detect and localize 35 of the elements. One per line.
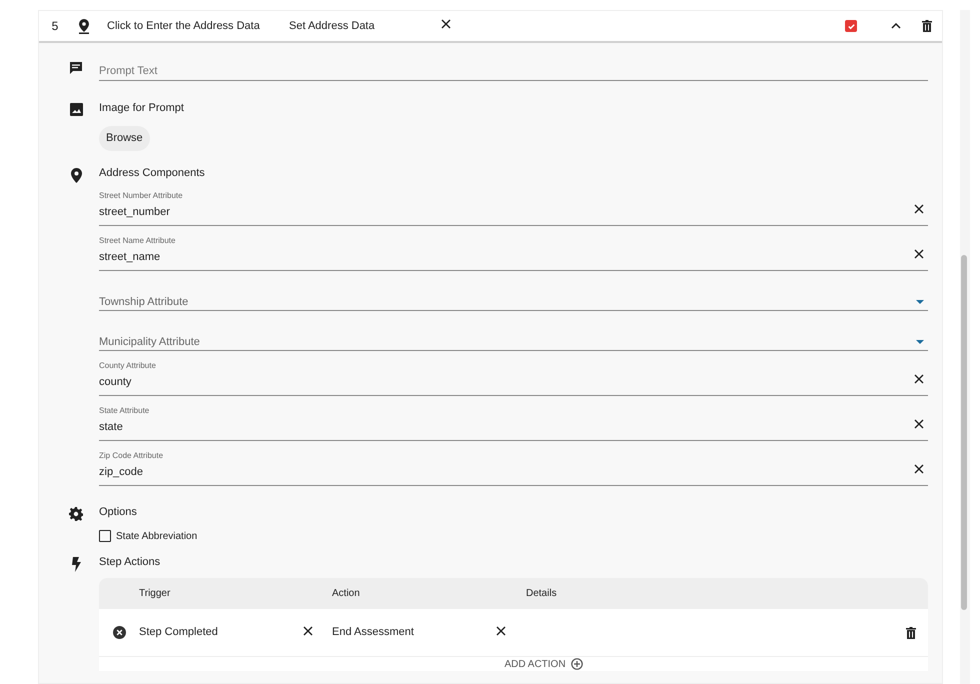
prompt-text-field[interactable]: Prompt Text [99,64,928,81]
text-field[interactable]: Street Number Attribute street_number [99,191,928,226]
table-cell-text: End Assessment [332,625,415,640]
field-label: Street Number Attribute [99,191,184,201]
field-placeholder: Township Attribute [99,295,188,309]
dropdown-field[interactable]: Township Attribute [99,281,928,311]
text-field[interactable]: Street Name Attribute street_name [99,236,928,271]
add-action-button[interactable]: ADD ACTION [504,657,583,671]
field-label: Street Name Attribute [99,236,176,246]
text-field[interactable]: Zip Code Attribute zip_code [99,451,928,486]
field-value: zip_code [99,465,144,479]
field-value: street_number [99,205,170,219]
column-header: Details [526,587,557,601]
field-label: Zip Code Attribute [99,451,164,461]
section-heading: Address Components [99,166,206,180]
checkbox-label: State Abbreviation [116,530,198,544]
step-number: 5 [50,18,60,35]
field-label: County Attribute [99,361,157,371]
section-heading: Image for Prompt [99,101,185,116]
section-heading: Options [99,505,138,520]
field-value: state [99,420,123,434]
table-cell-text: Step Completed [139,625,219,640]
browse-button[interactable]: Browse [99,126,150,150]
field-value: county [99,375,132,389]
field-label: State Attribute [99,406,150,416]
step-title: Click to Enter the Address Data [107,18,261,34]
text-field[interactable]: County Attribute county [99,361,928,396]
dropdown-field[interactable]: Municipality Attribute [99,321,928,351]
text-field[interactable]: State Attribute state [99,406,928,441]
column-header: Action [332,587,361,601]
section-heading: Step Actions [99,554,162,570]
field-placeholder: Municipality Attribute [99,335,200,349]
step-type: Set Address Data [289,18,376,34]
field-value: street_name [99,250,160,264]
column-header: Trigger [139,587,172,601]
